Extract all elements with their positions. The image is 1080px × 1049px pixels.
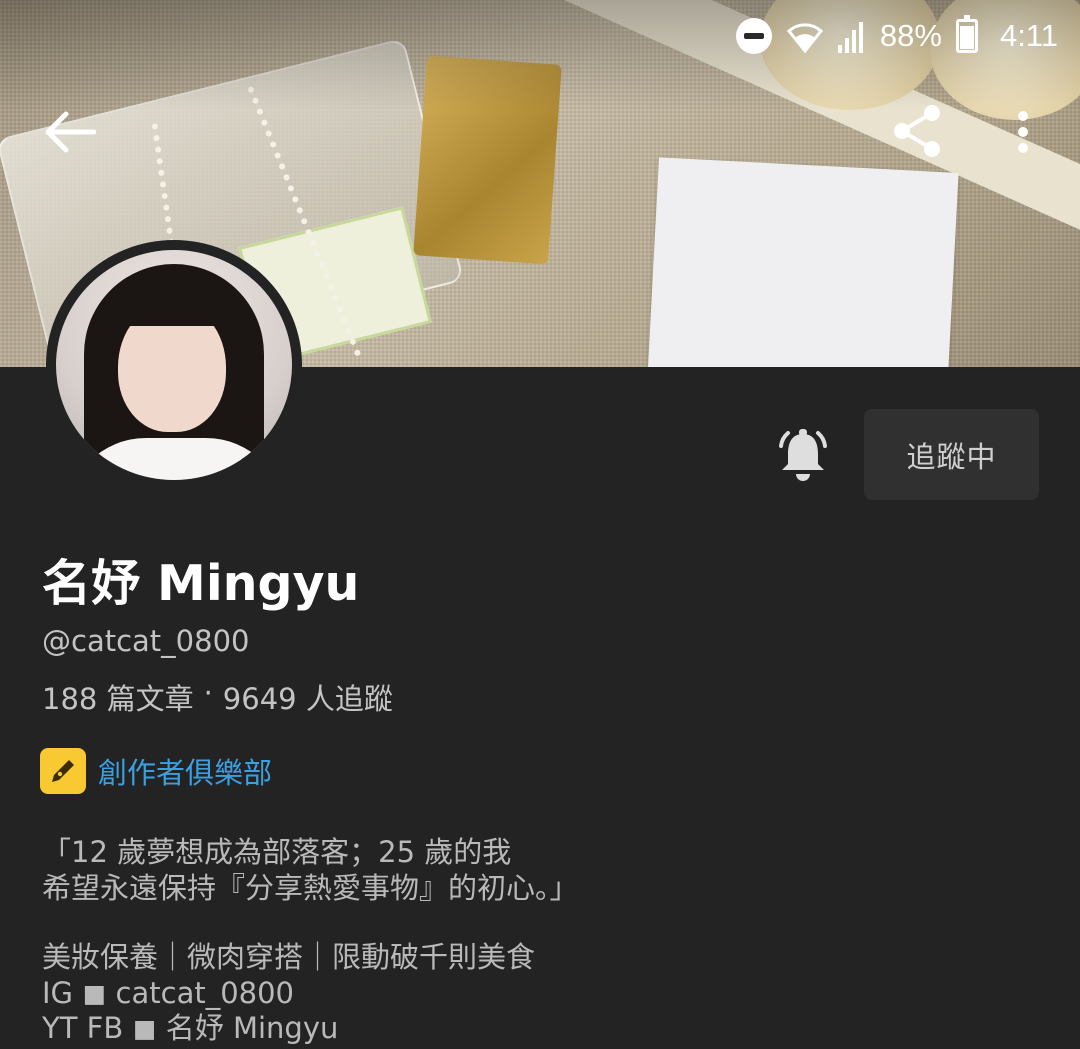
creator-club-link[interactable]: 創作者俱樂部	[40, 748, 272, 794]
more-options-button[interactable]	[1000, 104, 1046, 160]
share-icon	[894, 105, 940, 157]
bell-icon	[779, 429, 827, 481]
signal-icon	[837, 22, 863, 53]
wifi-icon	[786, 23, 823, 53]
status-bar: 88% 4:11	[735, 14, 1058, 58]
bio-line: YT FB ◼︎ 名妤 Mingyu	[42, 1011, 339, 1045]
bio-line: 美妝保養｜微肉穿搭｜限動破千則美食	[42, 940, 536, 974]
share-button[interactable]	[886, 100, 948, 162]
battery-percent: 88%	[879, 18, 942, 53]
notification-bell-button[interactable]	[776, 426, 830, 484]
do-not-disturb-icon	[735, 18, 772, 54]
creator-club-label[interactable]: 創作者俱樂部	[98, 750, 272, 792]
bio-line: IG ◼︎ catcat_0800	[42, 976, 295, 1010]
avatar[interactable]	[46, 240, 302, 490]
avatar-photo	[56, 250, 292, 480]
article-count[interactable]: 188 篇文章	[42, 676, 194, 718]
profile-name: 名妤 Mingyu	[42, 555, 360, 612]
following-button[interactable]: 追蹤中	[864, 409, 1039, 500]
profile-stats: 188 篇文章 · 9649 人追蹤	[42, 676, 393, 718]
clock: 4:11	[999, 18, 1058, 53]
follower-count[interactable]: 9649 人追蹤	[223, 676, 393, 718]
more-vert-icon	[1018, 111, 1028, 153]
profile-handle: @catcat_0800	[42, 624, 250, 658]
back-arrow-icon	[45, 111, 96, 153]
back-button[interactable]	[38, 104, 102, 160]
bio-line: 「12 歲夢想成為部落客；25 歲的我	[42, 835, 512, 869]
stats-separator: ·	[203, 676, 213, 710]
pen-icon	[40, 748, 86, 794]
bio-line: 希望永遠保持『分享熱愛事物』的初心。」	[42, 871, 579, 905]
battery-icon	[955, 15, 978, 53]
